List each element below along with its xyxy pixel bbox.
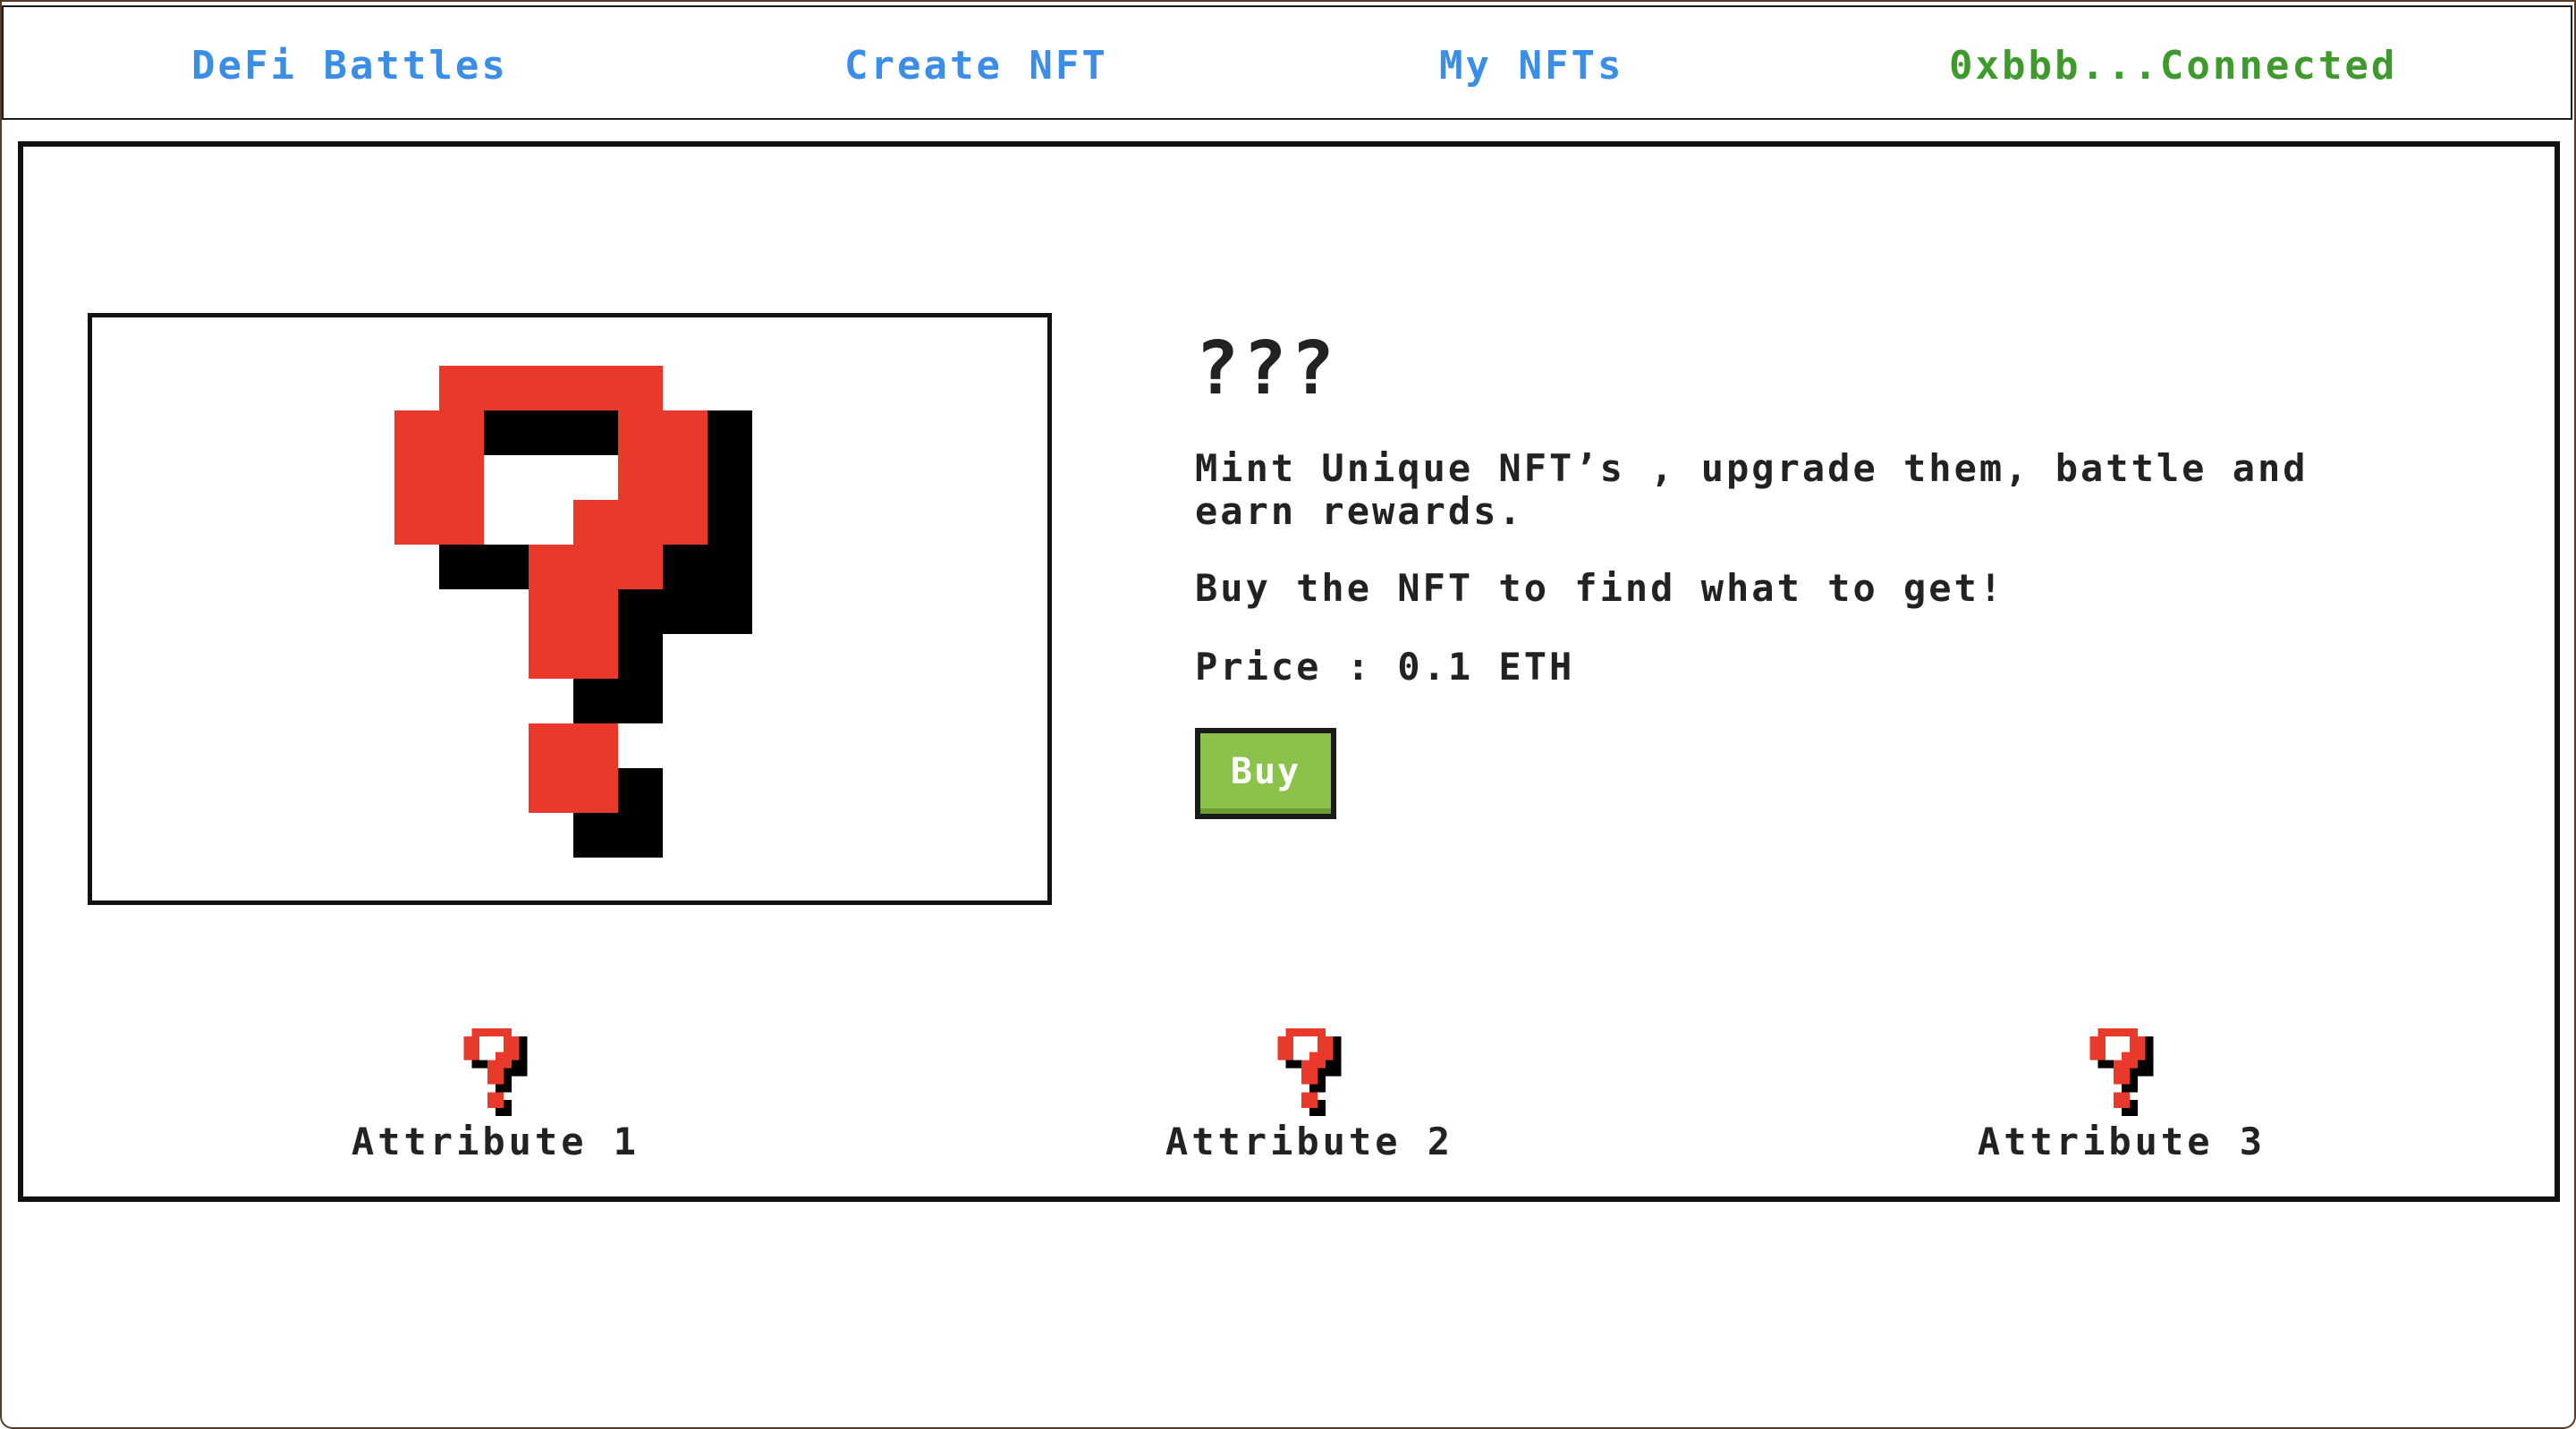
nft-card: ??? Mint Unique NFT’s , upgrade them, ba… [18,141,2560,1202]
buy-button[interactable]: Buy [1195,728,1336,819]
nav-create-nft-link[interactable]: Create NFT [844,43,1108,89]
attribute-label: Attribute 2 [1165,1120,1454,1163]
nft-details: ??? Mint Unique NFT’s , upgrade them, ba… [1195,333,2492,819]
nft-title: ??? [1195,326,1339,411]
wallet-status[interactable]: 0xbbb...Connected [1949,43,2397,89]
app-window: DeFi Battles Create NFT My NFTs 0xbbb...… [0,0,2576,1429]
nft-description: Mint Unique NFT’s , upgrade them, battle… [1195,446,2309,533]
question-mark-icon [463,1028,528,1116]
attribute-label: Attribute 1 [351,1120,640,1163]
navbar: DeFi Battles Create NFT My NFTs 0xbbb...… [2,5,2572,120]
attribute-item: Attribute 2 [1122,1028,1497,1163]
nav-my-nfts-link[interactable]: My NFTs [1439,43,1623,89]
question-mark-icon [1277,1028,1342,1116]
attribute-item: Attribute 3 [1934,1028,2309,1163]
nav-home-link[interactable]: DeFi Battles [191,43,508,89]
question-mark-icon [394,366,752,858]
nft-price: Price : 0.1 ETH [1195,645,1575,689]
attribute-item: Attribute 1 [308,1028,683,1163]
nft-image-frame [88,313,1052,905]
nft-hint: Buy the NFT to find what to get! [1195,566,2005,610]
attribute-label: Attribute 3 [1977,1120,2267,1163]
question-mark-icon [2089,1028,2154,1116]
